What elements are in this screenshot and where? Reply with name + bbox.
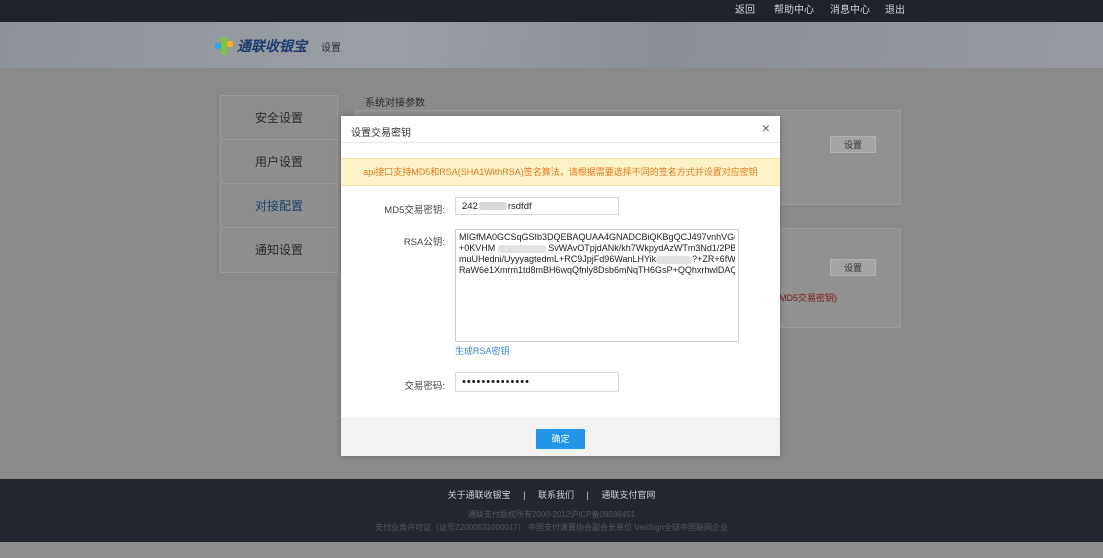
footer-links: 关于通联收银宝 | 联系我们 | 通联支付官网 — [0, 488, 1103, 501]
md5-key-label: MD5交易密钥: — [384, 205, 445, 216]
sidebar-item-notification[interactable]: 通知设置 — [221, 228, 337, 272]
footer-separator: | — [523, 490, 526, 500]
rsa-key-line: muUHedni/UyyyagtedmL+RC9JpjFd96WanLHYik?… — [459, 254, 735, 265]
rsa-key-line: MIGfMA0GCSqGSIb3DQEBAQUAA4GNADCBiQKBgQCJ… — [459, 232, 735, 242]
nav-message-center-link[interactable]: 消息中心 — [830, 0, 870, 22]
rsa-key-fragment: ?+ZR+6fWPabl — [692, 254, 735, 264]
footer-link-official-site[interactable]: 通联支付官网 — [601, 490, 655, 500]
redaction-mask — [497, 244, 546, 253]
generate-rsa-key-link[interactable]: 生成RSA密钥 — [455, 344, 510, 357]
footer-license: 支付业务许可证（证号Z2000531000017） 中国支付清算协会副会长单位 … — [375, 523, 728, 532]
section-title: 系统对接参数 — [365, 98, 425, 109]
close-icon[interactable]: × — [762, 120, 770, 136]
rsa-key-line: +0KVHM SvWAvOTpjdANk/kh7WkpydAzWTm3Nd1/2… — [459, 243, 735, 254]
confirm-button[interactable]: 确定 — [536, 429, 585, 449]
rsa-key-line: RaW6e1Xmrm1td8mBH6wqQfnly8Dsb6mNqTH6GsP+… — [459, 265, 735, 275]
nav-back-link[interactable]: 返回 — [735, 0, 755, 22]
set-transaction-key-modal: 设置交易密钥 × api接口支持MD5和RSA(SHA1WithRSA)签名算法… — [341, 116, 780, 456]
md5-key-value-suffix: rsdfdf — [507, 201, 532, 212]
footer-copyright: 通联支付版权所有2000-2012沪ICP备09036451 — [467, 510, 636, 519]
nav-logout-link[interactable]: 退出 — [885, 0, 905, 22]
sidebar-item-integration[interactable]: 对接配置 — [221, 184, 337, 228]
rsa-public-key-label: RSA公钥: — [403, 237, 445, 248]
top-nav-bar: 返回 帮助中心 消息中心 退出 — [0, 0, 1103, 22]
redaction-mask — [656, 255, 693, 264]
md5-key-input[interactable]: 242 rsdfdf — [455, 197, 619, 215]
sidebar-item-user[interactable]: 用户设置 — [221, 140, 337, 184]
trade-password-label: 交易密码: — [404, 381, 445, 392]
rsa-key-fragment: SvWAvOTpjdANk/kh7WkpydAzWTm3Nd1/2PBAS — [548, 243, 735, 253]
set-button-2[interactable]: 设置 — [830, 259, 876, 276]
modal-footer: 确定 — [341, 418, 780, 456]
rsa-public-key-textarea[interactable]: MIGfMA0GCSqGSIb3DQEBAQUAA4GNADCBiQKBgQCJ… — [455, 229, 739, 342]
set-button-1[interactable]: 设置 — [830, 136, 876, 153]
page-footer: 关于通联收银宝 | 联系我们 | 通联支付官网 通联支付版权所有2000-201… — [0, 479, 1103, 542]
modal-header: 设置交易密钥 × — [341, 116, 780, 143]
key-type-note: MD5交易密钥) — [779, 293, 837, 303]
footer-separator: | — [586, 490, 589, 500]
footer-link-about[interactable]: 关于通联收银宝 — [448, 490, 511, 500]
brand-name: 通联收银宝 — [237, 38, 307, 54]
brand-logo[interactable]: 通联收银宝 设置 — [215, 36, 341, 56]
trade-password-input[interactable]: •••••••••••••• — [455, 372, 619, 392]
footer-link-contact[interactable]: 联系我们 — [538, 490, 574, 500]
header-subtitle: 设置 — [321, 42, 341, 54]
page-header: 通联收银宝 设置 — [0, 22, 1103, 68]
signature-notice: api接口支持MD5和RSA(SHA1WithRSA)签名算法，请根据需要选择不… — [341, 158, 780, 186]
rsa-key-fragment: +0KVHM — [459, 243, 496, 253]
md5-key-value-prefix: 242 — [462, 201, 478, 212]
brand-logo-icon — [215, 37, 233, 55]
bottom-strip — [0, 542, 1103, 558]
sidebar-item-security[interactable]: 安全设置 — [221, 96, 337, 140]
modal-title: 设置交易密钥 — [351, 128, 411, 139]
nav-help-center-link[interactable]: 帮助中心 — [774, 0, 814, 22]
settings-sidebar: 安全设置 用户设置 对接配置 通知设置 — [220, 95, 338, 273]
redaction-mask — [478, 202, 507, 211]
rsa-key-fragment: muUHedni/UyyyagtedmL+RC9JpjFd96WanLHYik — [459, 254, 657, 264]
